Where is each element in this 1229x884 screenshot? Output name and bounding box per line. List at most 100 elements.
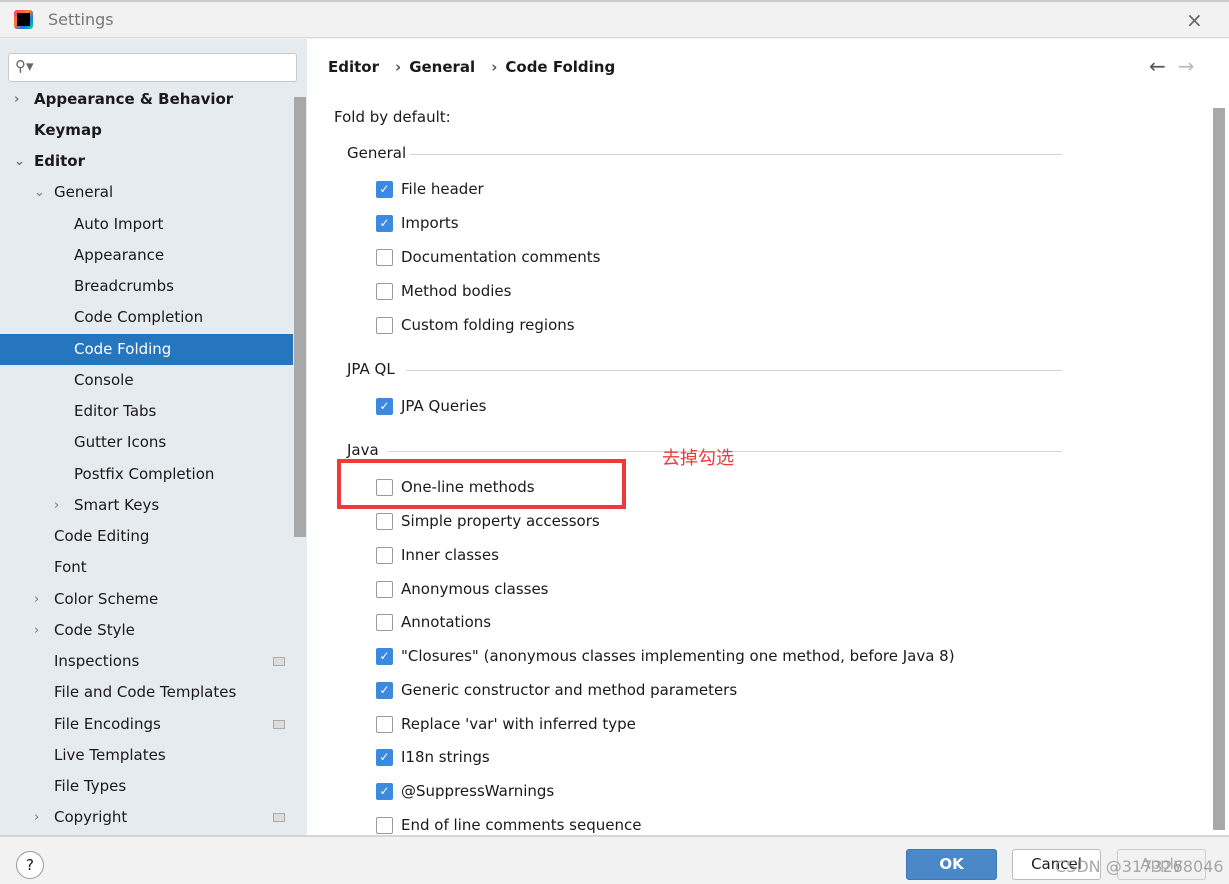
checkbox-label: File header (401, 180, 484, 198)
sidebar-item[interactable]: Live Templates (0, 740, 293, 771)
annotation-note: 去掉勾选 (662, 448, 734, 469)
breadcrumb-item[interactable]: General (409, 58, 475, 76)
checkbox-unchecked-icon[interactable] (376, 613, 393, 631)
sidebar-item-label: Live Templates (54, 746, 166, 764)
sidebar-item[interactable]: › Code Style (0, 615, 293, 646)
sidebar-item[interactable]: Gutter Icons (0, 427, 293, 458)
checkbox-option[interactable]: Documentation comments (376, 247, 600, 267)
chevron-down-icon[interactable]: ⌄ (14, 146, 25, 177)
sidebar-item[interactable]: Keymap (0, 115, 293, 146)
fold-heading: Fold by default: (334, 108, 451, 126)
project-settings-icon (273, 720, 285, 729)
checkbox-checked-icon[interactable]: ✓ (376, 180, 393, 198)
checkbox-option[interactable]: Anonymous classes (376, 579, 549, 599)
checkbox-unchecked-icon[interactable] (376, 715, 393, 733)
chevron-down-icon[interactable]: ⌄ (34, 177, 45, 208)
checkbox-option[interactable]: Replace 'var' with inferred type (376, 714, 636, 734)
sidebar-item[interactable]: Code Completion (0, 302, 293, 333)
chevron-right-icon[interactable]: › (14, 84, 19, 115)
sidebar-item-label: Keymap (34, 121, 102, 139)
checkbox-option[interactable]: Annotations (376, 612, 491, 632)
ok-button[interactable]: OK (906, 849, 997, 880)
checkbox-option[interactable]: ✓ Imports (376, 213, 459, 233)
sidebar-item[interactable]: File Encodings (0, 709, 293, 740)
checkbox-option[interactable]: Simple property accessors (376, 511, 600, 531)
chevron-right-icon[interactable]: › (34, 615, 39, 646)
window-title: Settings (48, 10, 114, 29)
checkbox-unchecked-icon[interactable] (376, 248, 393, 266)
sidebar-item[interactable]: Editor Tabs (0, 396, 293, 427)
group-title: JPA QL (347, 360, 395, 378)
sidebar-item[interactable]: Postfix Completion (0, 459, 293, 490)
sidebar-item[interactable]: File and Code Templates (0, 677, 293, 708)
checkbox-option[interactable]: ✓ JPA Queries (376, 396, 486, 416)
checkbox-unchecked-icon[interactable] (376, 580, 393, 598)
sidebar-item[interactable]: Code Folding (0, 334, 293, 365)
sidebar-item[interactable]: › Smart Keys (0, 490, 293, 521)
title-bar (0, 0, 1229, 38)
chevron-right-icon[interactable]: › (54, 490, 59, 521)
checkbox-label: I18n strings (401, 748, 490, 766)
sidebar-item[interactable]: Appearance (0, 240, 293, 271)
sidebar-item[interactable]: Font (0, 552, 293, 583)
main-scrollbar[interactable] (1213, 108, 1225, 830)
checkbox-unchecked-icon[interactable] (376, 546, 393, 564)
highlight-box (337, 459, 626, 509)
checkbox-checked-icon[interactable]: ✓ (376, 782, 393, 800)
chevron-right-icon[interactable]: › (34, 584, 39, 615)
close-icon[interactable]: × (1186, 8, 1203, 32)
sidebar-item-label: Gutter Icons (74, 433, 167, 451)
checkbox-option[interactable]: ✓ I18n strings (376, 747, 490, 767)
breadcrumb: Editor › General › Code Folding (328, 58, 616, 76)
checkbox-option[interactable]: End of line comments sequence (376, 815, 641, 835)
checkbox-label: @SuppressWarnings (401, 782, 555, 800)
sidebar-item-label: Color Scheme (54, 590, 159, 608)
sidebar-item-label: Font (54, 558, 87, 576)
sidebar-item[interactable]: › Appearance & Behavior (0, 84, 293, 115)
checkbox-checked-icon[interactable]: ✓ (376, 681, 393, 699)
chevron-right-icon[interactable]: › (34, 802, 39, 833)
checkbox-checked-icon[interactable]: ✓ (376, 647, 393, 665)
sidebar-item[interactable]: Auto Import (0, 209, 293, 240)
breadcrumb-item[interactable]: Editor (328, 58, 379, 76)
checkbox-label: JPA Queries (401, 397, 487, 415)
checkbox-checked-icon[interactable]: ✓ (376, 214, 393, 232)
help-button[interactable]: ? (16, 851, 44, 879)
checkbox-option[interactable]: ✓ File header (376, 179, 484, 199)
sidebar-item[interactable]: › Color Scheme (0, 584, 293, 615)
checkbox-checked-icon[interactable]: ✓ (376, 748, 393, 766)
checkbox-option[interactable]: ✓ Generic constructor and method paramete… (376, 680, 737, 700)
checkbox-option[interactable]: ✓ @SuppressWarnings (376, 781, 554, 801)
checkbox-label: Custom folding regions (401, 316, 575, 334)
sidebar-item-label: Code Style (54, 621, 135, 639)
checkbox-unchecked-icon[interactable] (376, 512, 393, 530)
checkbox-unchecked-icon[interactable] (376, 816, 393, 834)
checkbox-option[interactable]: Inner classes (376, 545, 499, 565)
search-input[interactable]: ⚲▾ (8, 53, 297, 82)
sidebar-item[interactable]: Inspections (0, 646, 293, 677)
checkbox-label: Replace 'var' with inferred type (401, 715, 636, 733)
back-arrow-icon[interactable]: ← (1149, 54, 1166, 78)
checkbox-option[interactable]: Method bodies (376, 281, 511, 301)
sidebar-item[interactable]: File Types (0, 771, 293, 802)
sidebar-item[interactable]: Code Editing (0, 521, 293, 552)
checkbox-label: Generic constructor and method parameter… (401, 681, 738, 699)
sidebar-item[interactable]: Breadcrumbs (0, 271, 293, 302)
sidebar-item[interactable]: › Copyright (0, 802, 293, 833)
sidebar-item[interactable]: ⌄ Editor (0, 146, 293, 177)
sidebar-item-label: Appearance & Behavior (34, 90, 234, 108)
checkbox-unchecked-icon[interactable] (376, 282, 393, 300)
breadcrumb-item: Code Folding (505, 58, 616, 76)
checkbox-label: "Closures" (anonymous classes implementi… (401, 647, 955, 665)
sidebar-item[interactable]: Console (0, 365, 293, 396)
sidebar-item[interactable]: ⌄ General (0, 177, 293, 208)
sidebar-item-label: File Encodings (54, 715, 161, 733)
checkbox-unchecked-icon[interactable] (376, 316, 393, 334)
checkbox-checked-icon[interactable]: ✓ (376, 397, 393, 415)
sidebar-item-label: Auto Import (74, 215, 164, 233)
checkbox-option[interactable]: Custom folding regions (376, 315, 575, 335)
forward-arrow-icon[interactable]: → (1178, 54, 1195, 78)
sidebar-scrollbar[interactable] (294, 97, 306, 537)
group-title: General (347, 144, 407, 162)
checkbox-option[interactable]: ✓ "Closures" (anonymous classes implement… (376, 646, 955, 666)
